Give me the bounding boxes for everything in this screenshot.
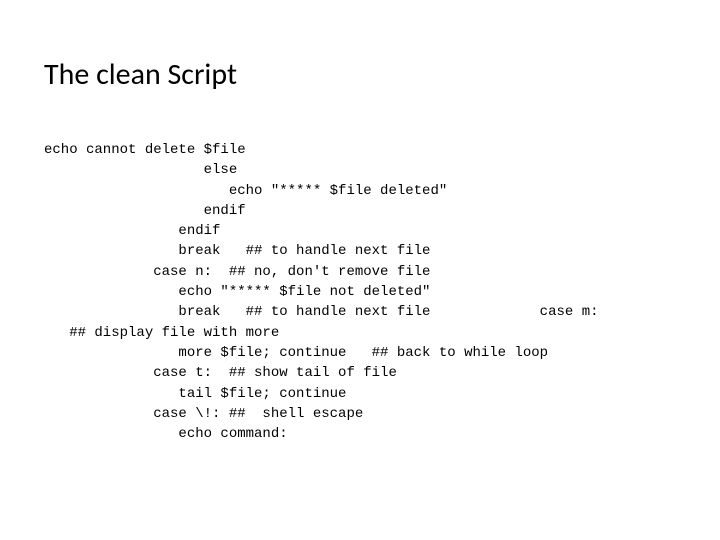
slide-title: The clean Script <box>44 56 237 93</box>
slide: The clean Script echo cannot delete $fil… <box>0 0 720 540</box>
code-listing: echo cannot delete $file else echo "****… <box>44 140 696 444</box>
